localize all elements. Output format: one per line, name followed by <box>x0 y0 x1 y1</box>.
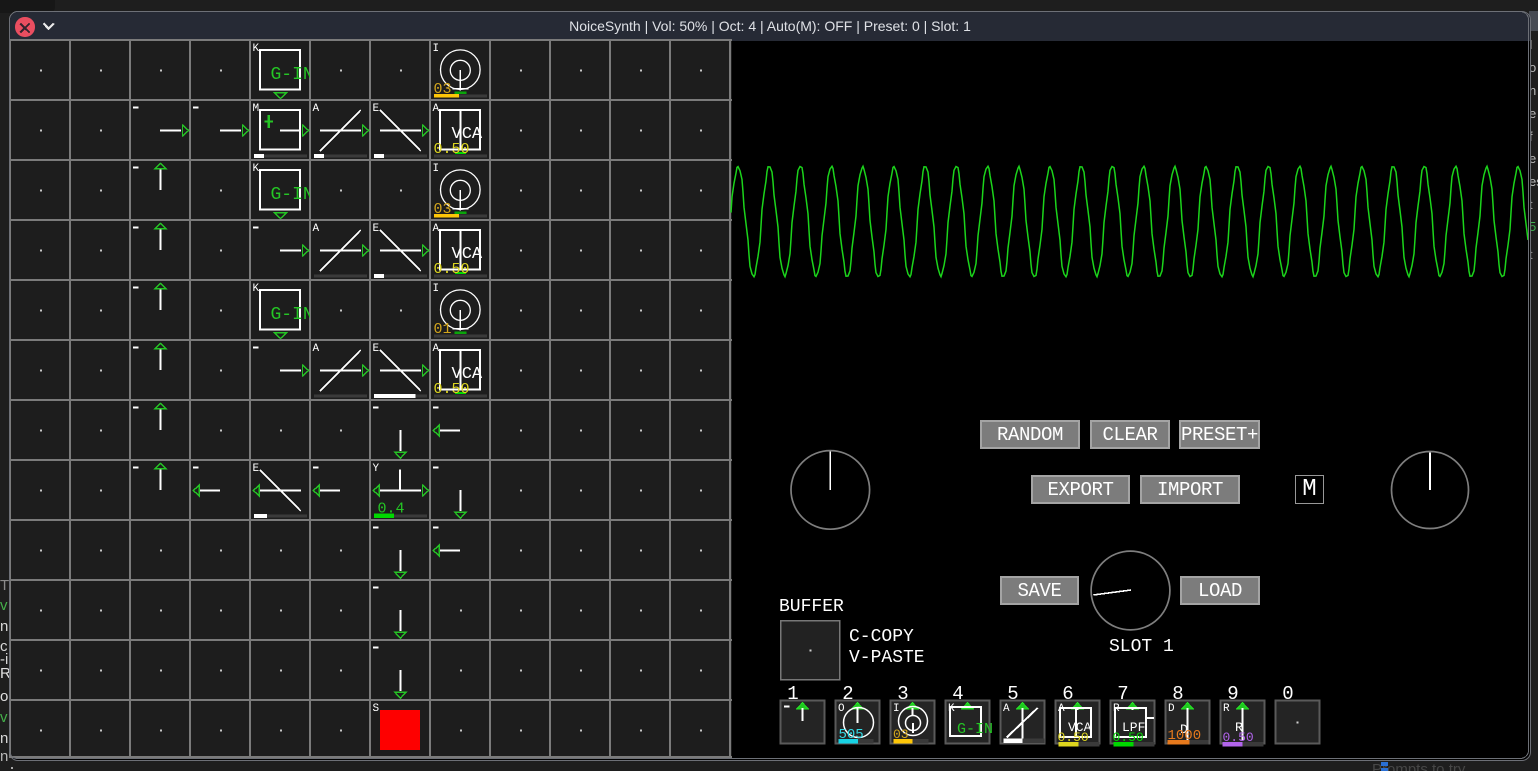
svg-text:I: I <box>893 703 900 715</box>
svg-text:6: 6 <box>1062 683 1073 705</box>
svg-text:G-IN: G-IN <box>957 721 993 738</box>
svg-text:D: D <box>1168 703 1175 715</box>
svg-text:8: 8 <box>1172 683 1183 705</box>
svg-text:9: 9 <box>1227 683 1238 705</box>
svg-text:7: 7 <box>1117 683 1128 705</box>
svg-text:0: 0 <box>1282 683 1293 705</box>
svg-text:A: A <box>1003 703 1010 715</box>
svg-text:2: 2 <box>842 683 853 705</box>
svg-text:1: 1 <box>787 683 798 705</box>
svg-text:R: R <box>1223 703 1230 715</box>
svg-text:4: 4 <box>952 683 963 705</box>
svg-text:O: O <box>838 703 845 715</box>
svg-text:5: 5 <box>1007 683 1018 705</box>
svg-text:3: 3 <box>897 683 908 705</box>
